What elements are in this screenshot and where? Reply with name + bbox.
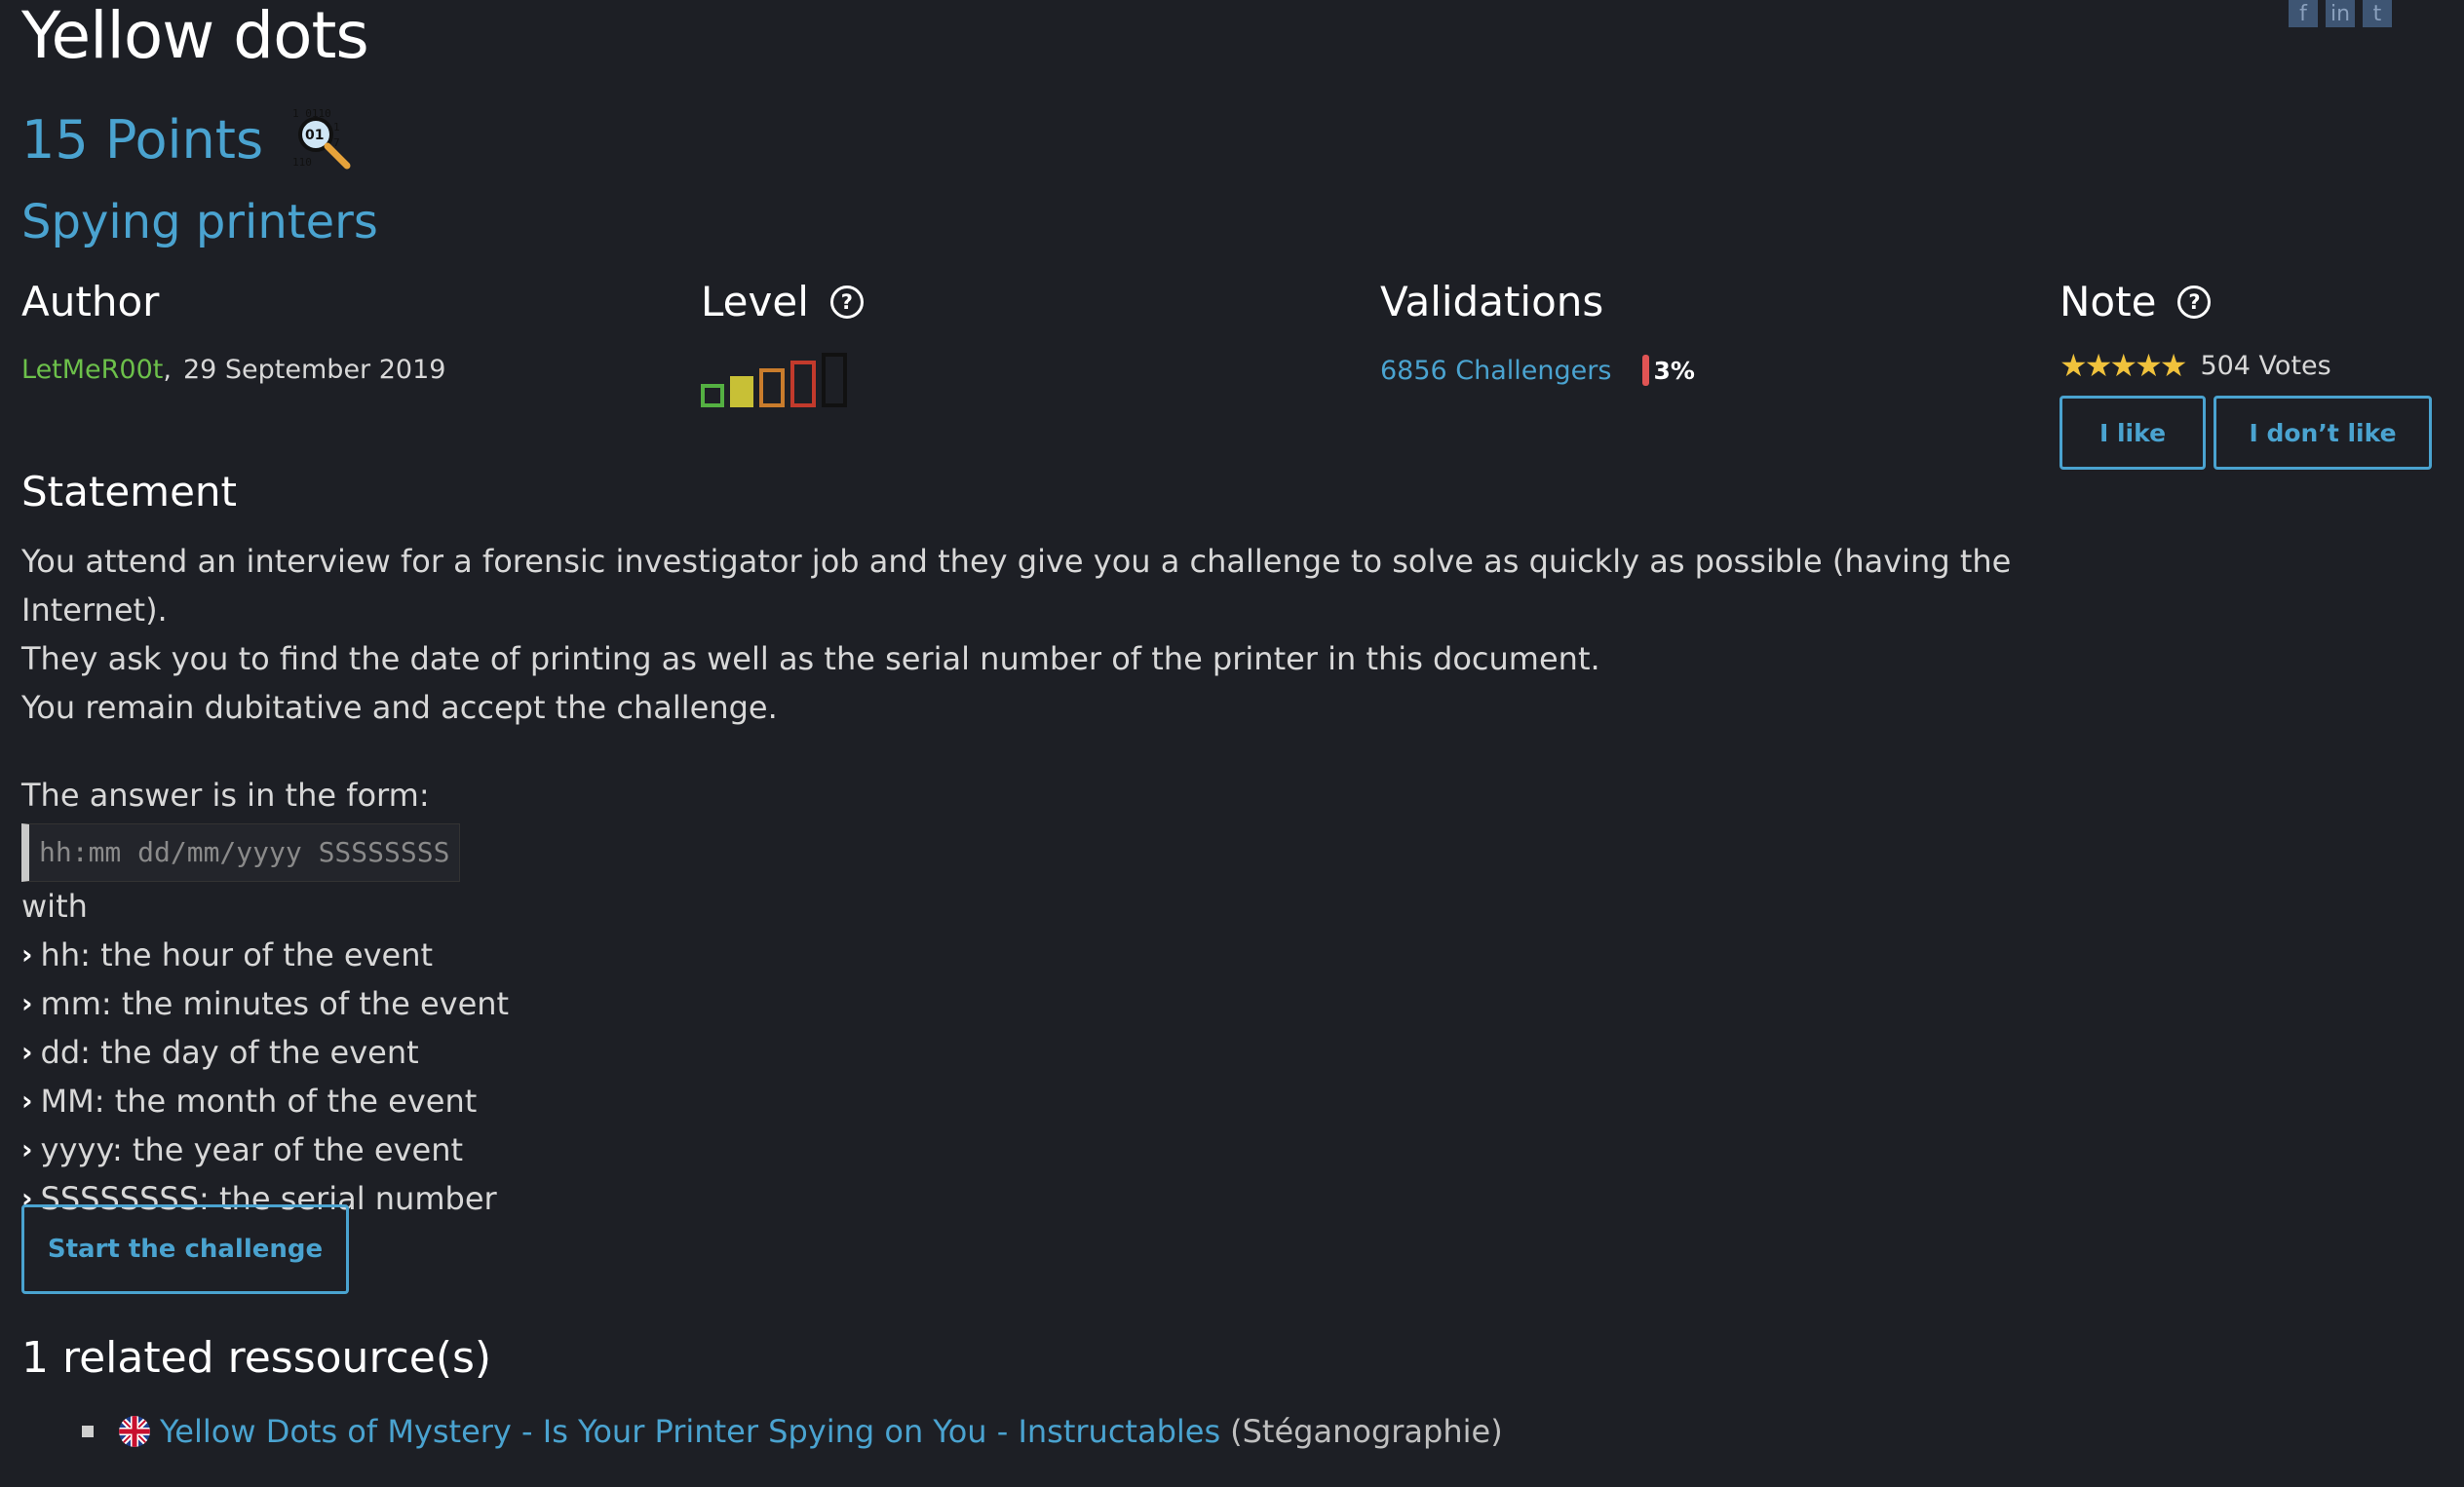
format-bullet: › MM: the month of the event xyxy=(21,1077,2068,1125)
note-heading: Note xyxy=(2060,278,2157,325)
author-line: LetMeR00t , 29 September 2019 xyxy=(21,355,445,385)
level-heading: Level xyxy=(701,278,809,325)
challenge-meta: Author LetMeR00t , 29 September 2019 Lev… xyxy=(21,278,2439,473)
social-share-bar: f in t xyxy=(2289,0,2392,27)
author-block: Author LetMeR00t , 29 September 2019 xyxy=(21,278,445,385)
vote-count: 504 Votes xyxy=(2200,350,2331,381)
level-indicator xyxy=(701,353,864,407)
author-separator: , xyxy=(163,355,172,385)
validations-line: 6856 Challengers 3% xyxy=(1380,355,1695,386)
chevron-right-icon: › xyxy=(21,938,33,971)
author-heading: Author xyxy=(21,278,160,325)
publish-date: 29 September 2019 xyxy=(182,355,446,385)
level-bar xyxy=(759,368,785,407)
page-title: Yellow dots xyxy=(21,0,369,73)
resource-category: (Stéganographie) xyxy=(1230,1413,1503,1450)
format-bullet: › hh: the hour of the event xyxy=(21,931,2068,979)
svg-text:110: 110 xyxy=(292,156,312,169)
statement-line: They ask you to find the date of printin… xyxy=(21,640,1600,677)
chevron-right-icon: › xyxy=(21,1133,33,1165)
format-bullet-text: yyyy: the year of the event xyxy=(40,1131,464,1168)
vote-buttons: I like I don’t like xyxy=(2060,396,2432,470)
rating-stars-icon: ★★★★★ xyxy=(2060,347,2187,384)
level-bar xyxy=(822,353,847,407)
magnifier-binary-icon: 1 0110 1 7 110 01 xyxy=(292,107,351,170)
twitter-share-icon[interactable]: t xyxy=(2363,0,2392,27)
answer-format-code: hh:mm dd/mm/yyyy SSSSSSSS xyxy=(21,823,461,882)
form-intro: The answer is in the form: xyxy=(21,777,430,814)
chevron-right-icon: › xyxy=(21,1085,33,1117)
level-heading-row: Level ? xyxy=(701,278,864,325)
validations-block: Validations 6856 Challengers 3% xyxy=(1380,278,1695,386)
validation-percent: 3% xyxy=(1653,356,1695,385)
svg-text:1: 1 xyxy=(333,121,340,133)
validation-percent-bar xyxy=(1642,355,1650,386)
uk-flag-icon xyxy=(119,1416,150,1447)
validations-heading: Validations xyxy=(1380,278,1604,325)
chevron-right-icon: › xyxy=(21,987,33,1019)
rating-line: ★★★★★ 504 Votes xyxy=(2060,347,2432,384)
resource-link[interactable]: Yellow Dots of Mystery - Is Your Printer… xyxy=(160,1413,1220,1450)
note-heading-row: Note ? xyxy=(2060,278,2432,325)
format-bullet-text: hh: the hour of the event xyxy=(40,936,434,973)
with-label: with xyxy=(21,888,88,925)
points-row: 15 Points 1 0110 1 7 110 01 xyxy=(21,105,357,173)
format-bullet-text: MM: the month of the event xyxy=(40,1083,478,1120)
format-bullet: › dd: the day of the event xyxy=(21,1028,2068,1077)
level-bar xyxy=(730,376,753,407)
level-bar xyxy=(790,361,816,407)
format-bullet: › yyyy: the year of the event xyxy=(21,1125,2068,1174)
note-block: Note ? ★★★★★ 504 Votes I like I don’t li… xyxy=(2060,278,2432,470)
format-bullet: › mm: the minutes of the event xyxy=(21,979,2068,1028)
dislike-button[interactable]: I don’t like xyxy=(2214,396,2432,470)
note-help-icon[interactable]: ? xyxy=(2177,285,2212,319)
linkedin-share-icon[interactable]: in xyxy=(2326,0,2355,27)
challenge-subcategory[interactable]: Spying printers xyxy=(21,195,378,249)
facebook-share-icon[interactable]: f xyxy=(2289,0,2318,27)
statement-line: You remain dubitative and accept the cha… xyxy=(21,689,778,726)
statement-heading: Statement xyxy=(21,468,238,515)
like-button[interactable]: I like xyxy=(2060,396,2206,470)
list-bullet xyxy=(82,1426,94,1437)
statement-section: Statement You attend an interview for a … xyxy=(21,468,2068,1223)
level-bar xyxy=(701,384,724,407)
format-bullet-text: mm: the minutes of the event xyxy=(40,985,510,1022)
statement-line: You attend an interview for a forensic i… xyxy=(21,543,2012,629)
related-resources-heading: 1 related ressource(s) xyxy=(21,1333,492,1383)
start-challenge-button[interactable]: Start the challenge xyxy=(21,1204,349,1294)
statement-body: You attend an interview for a forensic i… xyxy=(21,537,2068,1223)
level-help-icon[interactable]: ? xyxy=(829,285,864,319)
chevron-right-icon: › xyxy=(21,1036,33,1068)
level-block: Level ? xyxy=(701,278,864,407)
svg-text:7: 7 xyxy=(333,136,340,149)
challengers-link[interactable]: 6856 Challengers xyxy=(1380,356,1611,386)
author-link[interactable]: LetMeR00t xyxy=(21,355,163,385)
svg-text:01: 01 xyxy=(305,128,324,143)
format-bullet-text: dd: the day of the event xyxy=(40,1034,419,1071)
related-resource-item: Yellow Dots of Mystery - Is Your Printer… xyxy=(82,1413,1503,1450)
challenge-points: 15 Points xyxy=(21,108,264,171)
